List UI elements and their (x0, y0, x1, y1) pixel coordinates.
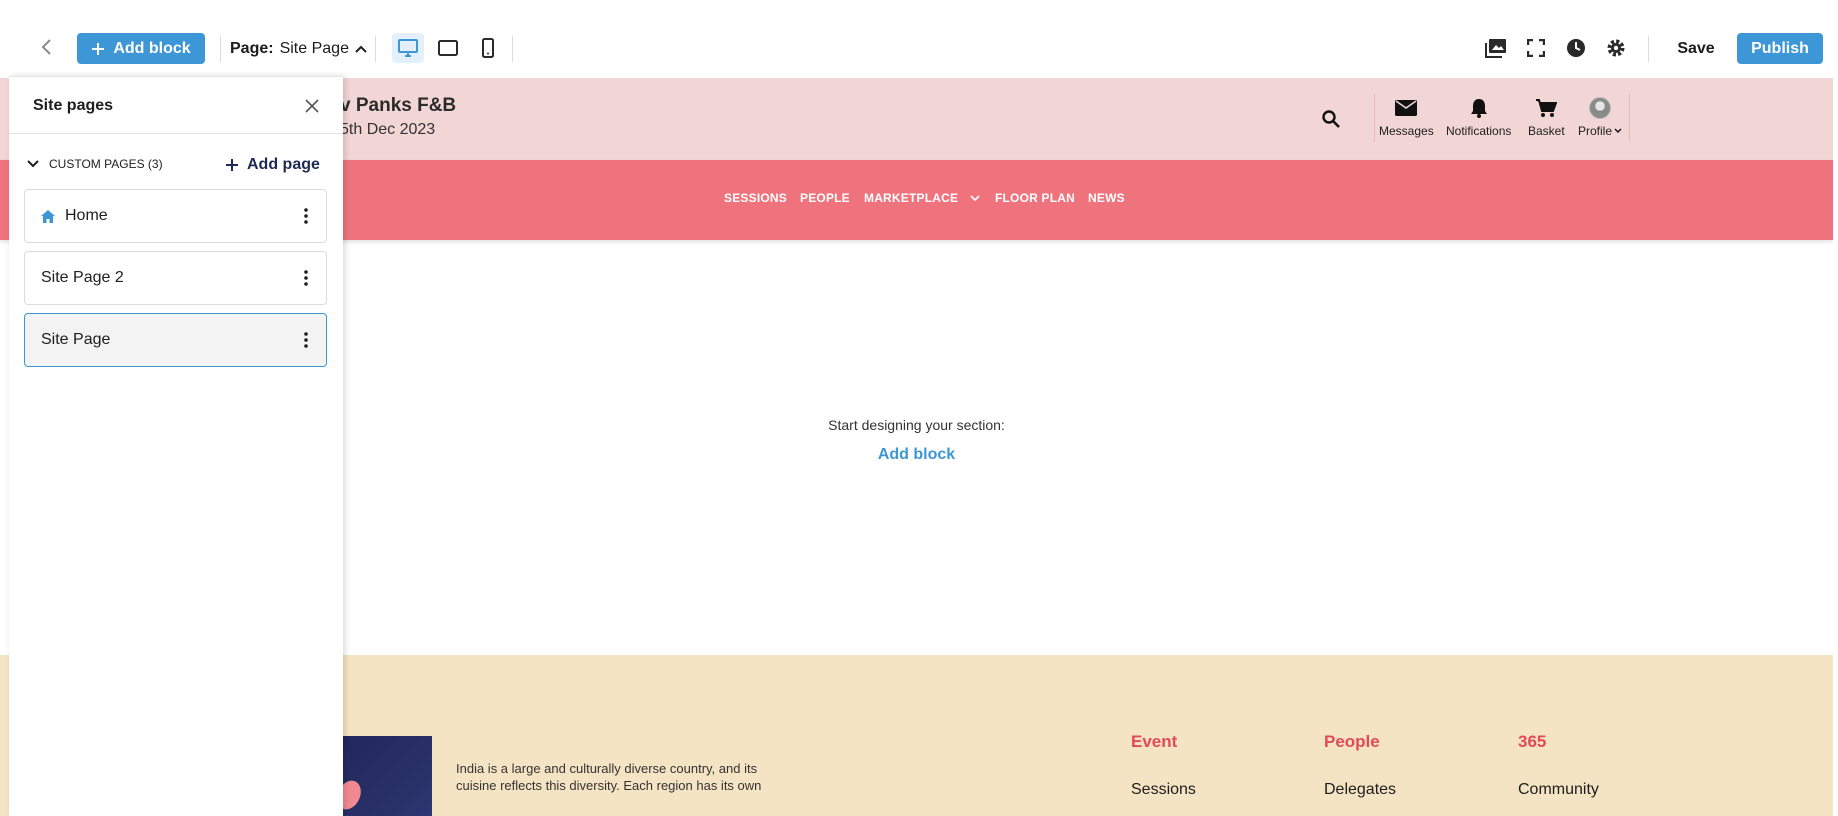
plus-icon (226, 159, 238, 171)
basket-link[interactable]: Basket (1528, 94, 1565, 138)
panel-divider (9, 133, 343, 134)
clock-icon (1567, 39, 1585, 57)
nav-news-label: NEWS (1088, 191, 1125, 205)
basket-label: Basket (1528, 124, 1565, 138)
add-block-link[interactable]: Add block (878, 446, 955, 463)
mobile-icon (482, 38, 494, 58)
footer-column-people: People Delegates (1324, 732, 1396, 799)
footer-link-community[interactable]: Community (1518, 781, 1599, 799)
close-icon (305, 99, 319, 113)
page-item-name: Site Page 2 (41, 269, 124, 286)
nav-floor-plan[interactable]: FLOOR PLAN (995, 191, 1075, 205)
page-options-button[interactable] (294, 204, 318, 228)
messages-link[interactable]: Messages (1379, 94, 1434, 138)
footer-column-event: Event Sessions (1131, 732, 1196, 799)
publish-label: Publish (1751, 39, 1809, 57)
image-gallery-icon (1485, 39, 1506, 58)
custom-pages-toggle[interactable]: CUSTOM PAGES (3) (27, 157, 163, 171)
back-button[interactable] (34, 34, 60, 60)
desktop-view-button[interactable] (392, 33, 424, 63)
settings-button[interactable] (1604, 36, 1628, 60)
toolbar-divider (1648, 36, 1649, 62)
more-vertical-icon (304, 208, 308, 224)
chevron-down-icon (1614, 128, 1622, 133)
mobile-view-button[interactable] (472, 33, 504, 63)
nav-news[interactable]: NEWS (1088, 191, 1125, 205)
fullscreen-button[interactable] (1524, 36, 1548, 60)
save-label: Save (1677, 39, 1715, 57)
panel-title: Site pages (33, 97, 114, 114)
site-header-actions: Messages Notifications Basket Profile (1374, 94, 1630, 142)
footer-link-delegates[interactable]: Delegates (1324, 781, 1396, 799)
site-search-button[interactable] (1318, 106, 1344, 132)
gear-icon (1607, 39, 1625, 57)
site-date: 5th Dec 2023 (340, 121, 436, 138)
avatar (1589, 97, 1611, 119)
chevron-left-icon (41, 39, 51, 55)
add-page-label: Add page (247, 156, 320, 173)
chevron-down-icon (970, 194, 980, 201)
save-button[interactable]: Save (1666, 33, 1726, 64)
page-item-home[interactable]: Home (24, 189, 327, 243)
toolbar-divider (512, 36, 513, 62)
footer-heading: 365 (1518, 732, 1547, 751)
desktop-icon (398, 39, 418, 57)
site-pages-panel: Site pages CUSTOM PAGES (3) Add page Hom… (9, 76, 343, 816)
plus-icon (92, 42, 105, 55)
nav-people-label: PEOPLE (800, 191, 850, 205)
add-page-button[interactable]: Add page (225, 156, 320, 174)
messages-label: Messages (1379, 124, 1434, 138)
page-selector-value: Site Page (279, 40, 349, 57)
notifications-link[interactable]: Notifications (1446, 94, 1511, 138)
home-icon (41, 209, 55, 223)
page-selector[interactable]: Page: Site Page (230, 36, 367, 62)
footer-link-sessions[interactable]: Sessions (1131, 781, 1196, 799)
page-item-site-page[interactable]: Site Page (24, 313, 327, 367)
cart-icon (1536, 99, 1558, 117)
chevron-up-icon (355, 45, 367, 53)
bell-icon (1470, 99, 1487, 118)
fullscreen-icon (1527, 39, 1545, 57)
add-block-label: Add block (113, 39, 191, 57)
page-options-button[interactable] (294, 266, 318, 290)
media-library-button[interactable] (1484, 36, 1508, 60)
publish-button[interactable]: Publish (1737, 33, 1823, 64)
site-title: v Panks F&B (340, 95, 457, 116)
nav-marketplace-label: MARKETPLACE (864, 191, 959, 205)
notifications-label: Notifications (1446, 124, 1512, 138)
add-block-button[interactable]: Add block (77, 33, 205, 64)
nav-sessions[interactable]: SESSIONS (724, 191, 787, 205)
more-vertical-icon (304, 332, 308, 348)
nav-marketplace[interactable]: MARKETPLACE (864, 191, 980, 205)
history-button[interactable] (1564, 36, 1588, 60)
nav-people[interactable]: PEOPLE (800, 191, 850, 205)
page-item-site-page-2[interactable]: Site Page 2 (24, 251, 327, 305)
page-options-button[interactable] (294, 328, 318, 352)
tablet-view-button[interactable] (432, 33, 464, 63)
nav-floor-plan-label: FLOOR PLAN (995, 191, 1075, 205)
page-item-name: Site Page (41, 331, 111, 348)
footer-heading: People (1324, 732, 1380, 751)
chevron-down-icon (27, 160, 39, 168)
footer-column-365: 365 Community (1518, 732, 1599, 799)
page-selector-label: Page: (230, 40, 274, 57)
profile-label: Profile (1578, 124, 1613, 138)
footer-heading: Event (1131, 732, 1178, 751)
nav-sessions-label: SESSIONS (724, 191, 787, 205)
search-icon (1322, 110, 1340, 128)
toolbar-divider (375, 36, 376, 62)
close-panel-button[interactable] (301, 95, 323, 117)
page-item-name: Home (65, 207, 108, 224)
footer-description: India is a large and culturally diverse … (456, 761, 762, 793)
custom-pages-label: CUSTOM PAGES (3) (49, 157, 163, 171)
tablet-icon (438, 40, 458, 56)
envelope-icon (1395, 100, 1418, 116)
profile-menu[interactable]: Profile (1578, 94, 1622, 138)
toolbar-divider (220, 36, 221, 62)
more-vertical-icon (304, 270, 308, 286)
